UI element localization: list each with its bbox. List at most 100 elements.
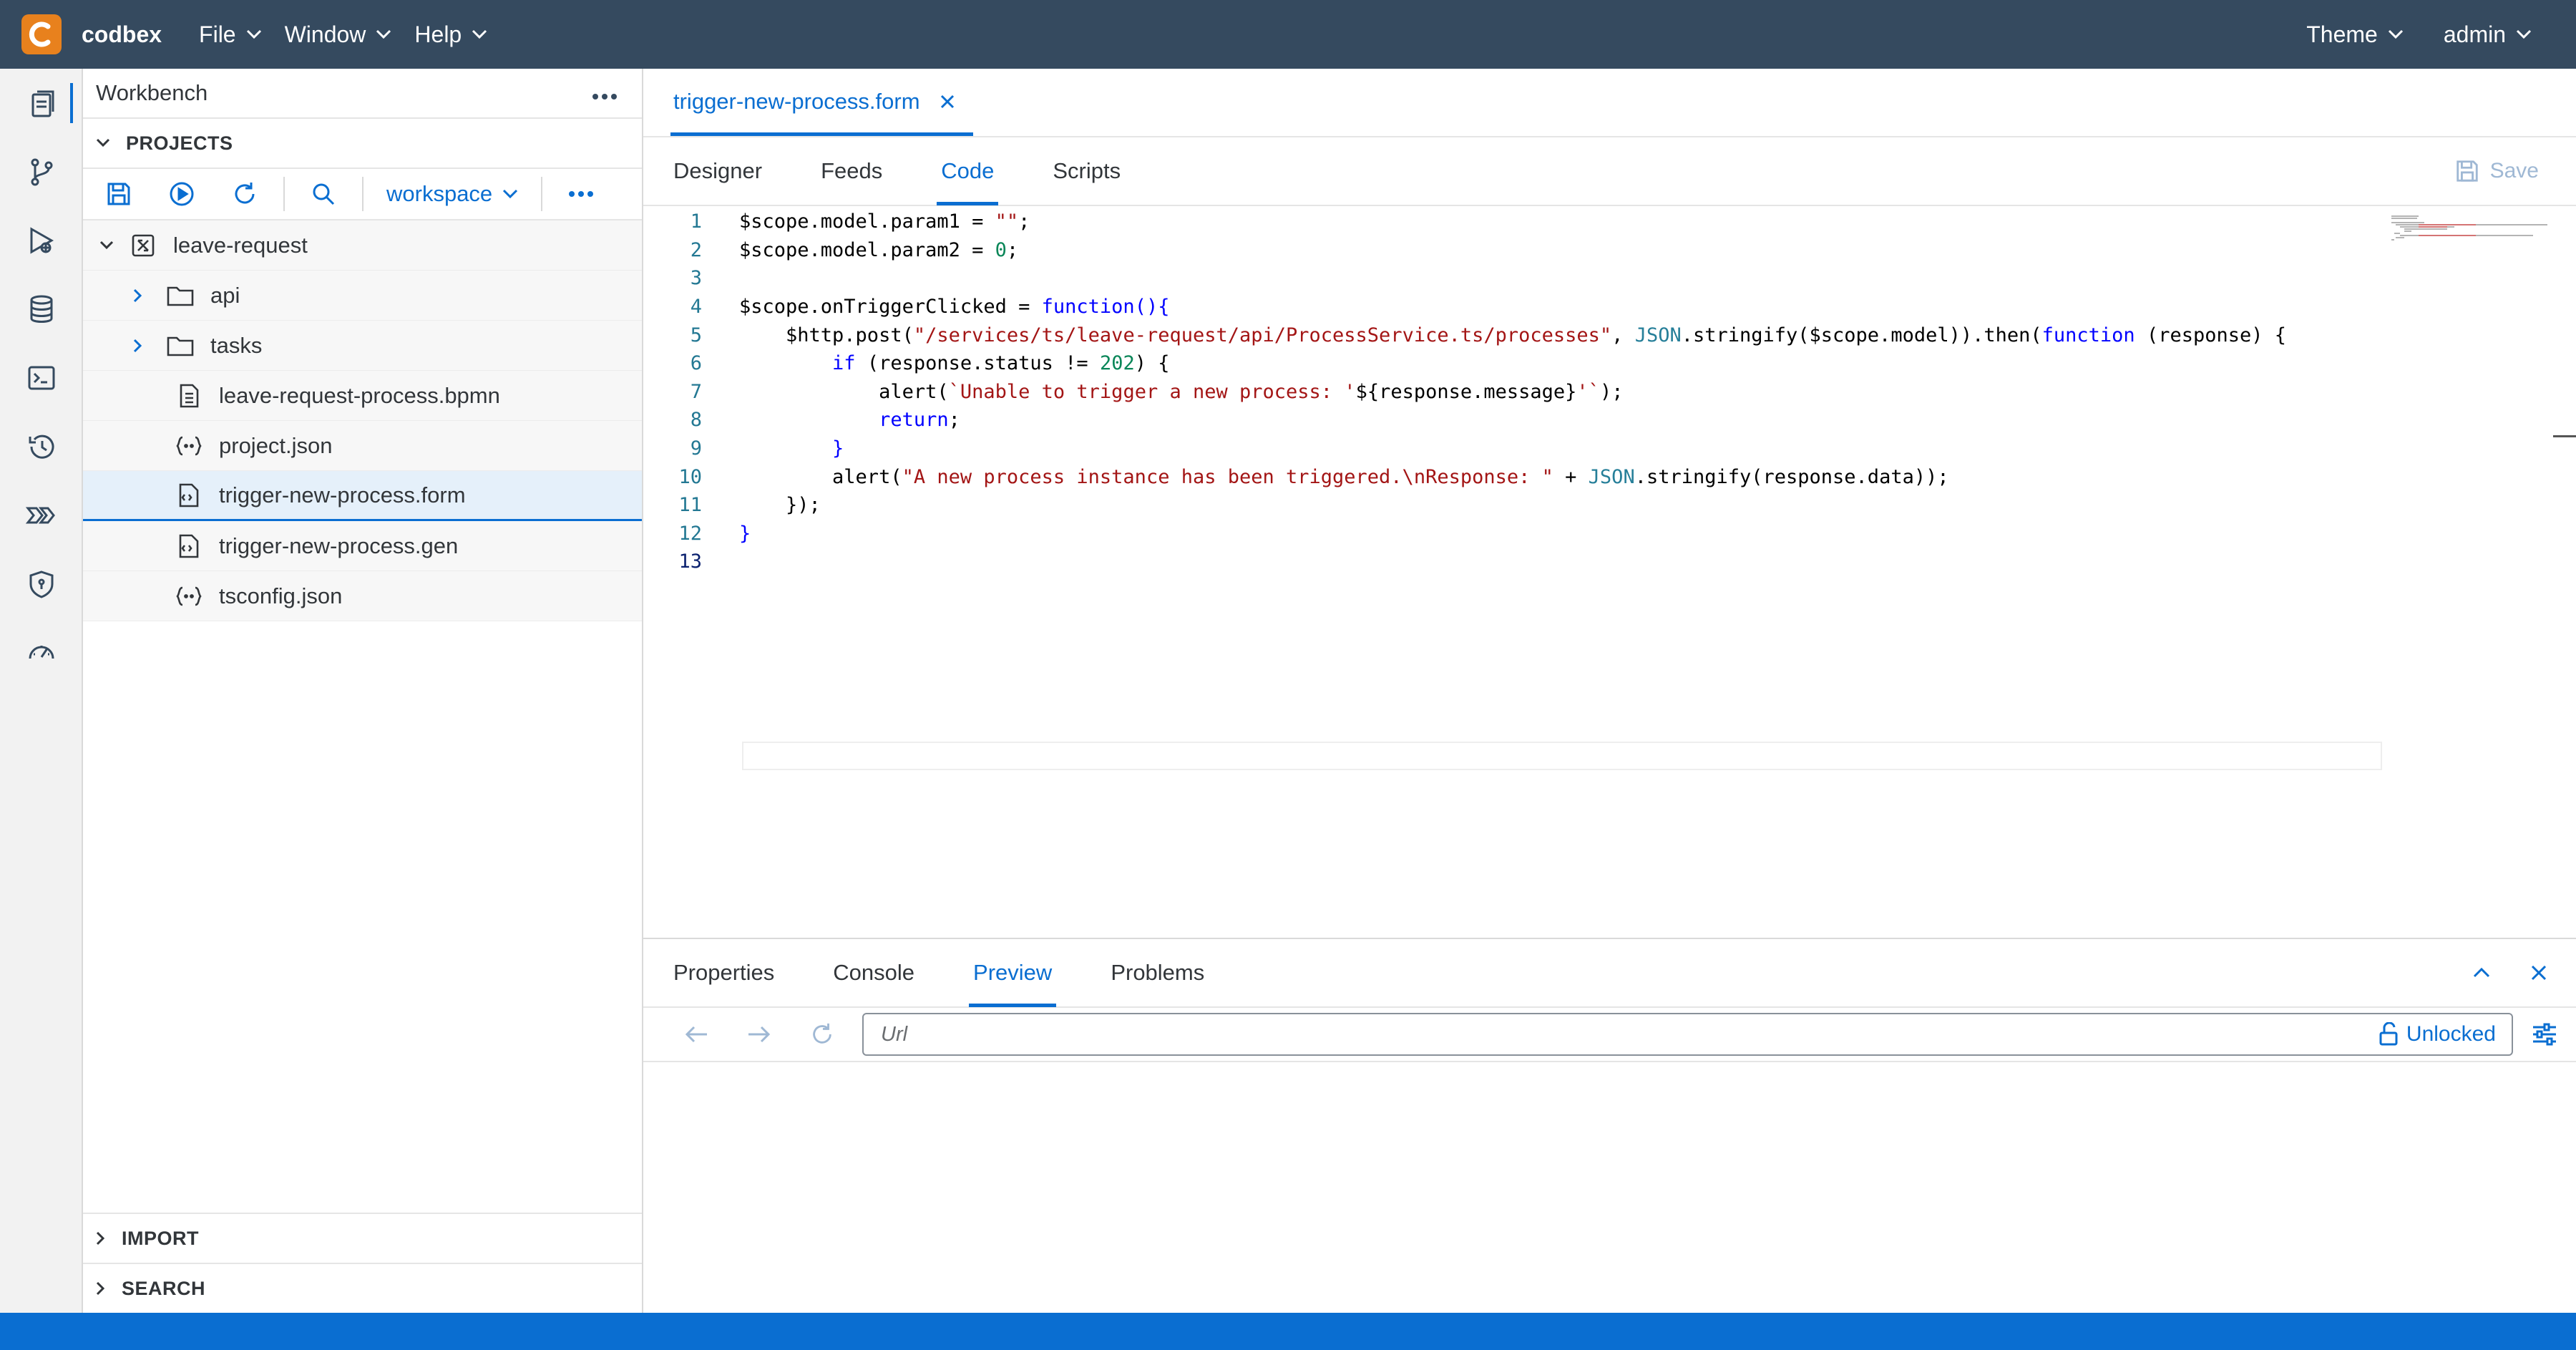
chevron-right-icon — [96, 1231, 105, 1245]
import-section-header[interactable]: IMPORT — [83, 1213, 642, 1263]
tab-scripts[interactable]: Scripts — [1053, 137, 1121, 205]
tab-console[interactable]: Console — [833, 938, 914, 1007]
editor-tab-label: trigger-new-process.form — [673, 89, 920, 114]
line-number: 2 — [690, 238, 702, 261]
tree-item-leave-request[interactable]: leave-request — [83, 220, 642, 271]
projects-label: PROJECTS — [126, 132, 233, 154]
json-file-icon — [173, 585, 205, 608]
chevron-down-icon — [2388, 29, 2403, 39]
line-number: 5 — [690, 324, 702, 346]
tree-item-tsconfig[interactable]: tsconfig.json — [83, 571, 642, 621]
menu-help[interactable]: Help — [414, 21, 487, 48]
line-number: 8 — [690, 409, 702, 432]
project-tree: leave-request api tasks leave-request-pr… — [83, 220, 642, 621]
projects-section-header[interactable]: PROJECTS — [83, 119, 642, 169]
line-number: 9 — [690, 437, 702, 460]
tree-item-label: project.json — [219, 432, 333, 458]
codbex-logo-icon[interactable] — [21, 14, 62, 54]
save-label: Save — [2489, 159, 2539, 183]
save-button[interactable]: Save — [2454, 158, 2539, 184]
tree-item-project-json[interactable]: project.json — [83, 421, 642, 471]
editor-tab-trigger-form[interactable]: trigger-new-process.form — [643, 67, 973, 136]
import-label: IMPORT — [122, 1227, 199, 1249]
url-input[interactable] — [881, 1022, 2378, 1047]
chevron-down-icon — [246, 29, 261, 39]
menu-file[interactable]: File — [199, 21, 262, 48]
save-all-button[interactable] — [87, 168, 150, 220]
chevron-up-icon — [2473, 967, 2490, 978]
code-line: 5 $http.post("/services/ts/leave-request… — [643, 321, 2576, 349]
user-menu[interactable]: admin — [2444, 21, 2532, 48]
code-line: 6 if (response.status != 202) { — [643, 349, 2576, 378]
more-options-icon — [569, 191, 594, 197]
security-icon — [29, 570, 54, 598]
back-button[interactable] — [665, 1011, 728, 1057]
refresh-icon — [813, 1023, 831, 1044]
activity-performance[interactable] — [0, 618, 83, 687]
tab-properties[interactable]: Properties — [673, 938, 774, 1007]
tree-item-label: tsconfig.json — [219, 583, 343, 608]
more-options-icon[interactable] — [592, 80, 618, 106]
activity-security[interactable] — [0, 550, 83, 618]
menu-window[interactable]: Window — [285, 21, 392, 48]
search-button[interactable] — [292, 168, 355, 220]
tree-item-label: tasks — [210, 332, 263, 358]
workspace-label: workspace — [386, 181, 493, 206]
preview-settings-button[interactable] — [2513, 1022, 2576, 1047]
close-panel-button[interactable] — [2510, 944, 2567, 1001]
activity-history[interactable] — [0, 412, 83, 481]
database-icon — [30, 295, 53, 323]
code-editor[interactable]: 1 $scope.model.param1 = ""; 2 $scope.model… — [643, 208, 2576, 938]
maximize-panel-button[interactable] — [2453, 944, 2510, 1001]
menu-help-label: Help — [414, 21, 462, 47]
tree-item-api[interactable]: api — [83, 271, 642, 321]
line-number: 11 — [678, 494, 702, 517]
scrollbar-marker[interactable] — [2553, 435, 2576, 437]
tree-item-tasks[interactable]: tasks — [83, 321, 642, 371]
tab-designer[interactable]: Designer — [673, 137, 762, 205]
line-number: 13 — [678, 550, 702, 573]
activity-debug[interactable] — [0, 206, 83, 275]
json-file-icon — [173, 434, 205, 457]
activity-git[interactable] — [0, 137, 83, 206]
activity-terminal[interactable] — [0, 344, 83, 412]
tab-preview[interactable]: Preview — [969, 938, 1057, 1007]
tab-code[interactable]: Code — [937, 137, 999, 205]
refresh-button[interactable] — [213, 168, 276, 220]
activity-database[interactable] — [0, 275, 83, 344]
code-minimap[interactable] — [2390, 215, 2555, 258]
tree-item-trigger-form[interactable]: trigger-new-process.form — [83, 471, 642, 521]
tree-item-trigger-gen[interactable]: trigger-new-process.gen — [83, 521, 642, 571]
reload-button[interactable] — [791, 1011, 854, 1057]
pipeline-icon — [25, 507, 55, 524]
terminal-icon — [28, 366, 55, 390]
tree-item-bpmn[interactable]: leave-request-process.bpmn — [83, 371, 642, 421]
code-line: 8 return; — [643, 406, 2576, 434]
project-icon — [127, 233, 159, 258]
unlocked-icon — [2379, 1022, 2398, 1046]
code-line: 1 $scope.model.param1 = ""; — [643, 208, 2576, 236]
workspace-more-button[interactable] — [550, 168, 613, 220]
activity-pipeline[interactable] — [0, 481, 83, 550]
activity-files[interactable] — [0, 69, 83, 137]
shell-bar: codbex File Window Help Theme admin — [0, 0, 2576, 69]
editor-area: trigger-new-process.form Designer Feeds … — [643, 69, 2576, 1313]
search-section-header[interactable]: SEARCH — [83, 1263, 642, 1313]
form-file-icon — [173, 533, 205, 559]
workspace-selector[interactable]: workspace — [371, 181, 534, 207]
tab-feeds[interactable]: Feeds — [821, 137, 882, 205]
publish-button[interactable] — [150, 168, 213, 220]
tree-item-label: leave-request — [173, 232, 308, 258]
forward-button[interactable] — [728, 1011, 791, 1057]
lock-toggle[interactable]: Unlocked — [2378, 1022, 2496, 1047]
chevron-right-icon[interactable] — [127, 339, 149, 353]
close-icon[interactable] — [939, 93, 956, 110]
chevron-right-icon[interactable] — [127, 288, 149, 303]
explorer-title: Workbench — [96, 80, 208, 105]
code-line: 3 — [643, 264, 2576, 293]
settings-sliders-icon — [2533, 1023, 2556, 1046]
url-field: Unlocked — [862, 1013, 2513, 1056]
tab-problems[interactable]: Problems — [1111, 938, 1204, 1007]
theme-menu[interactable]: Theme — [2306, 21, 2404, 48]
chevron-down-icon[interactable] — [96, 241, 117, 251]
